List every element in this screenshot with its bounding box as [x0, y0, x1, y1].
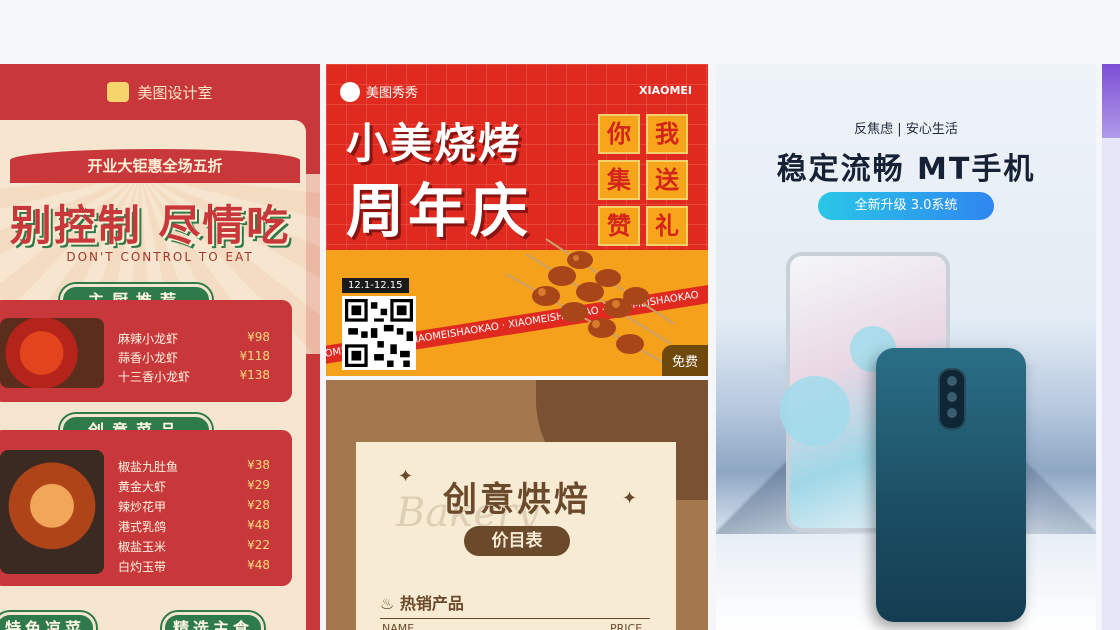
menu-row: 辣炒花甲 ¥28 — [118, 498, 270, 514]
top-bar — [0, 0, 1120, 64]
promo-tile: 送 — [646, 160, 688, 200]
tagline: 反焦虑 | 安心生活 — [854, 122, 958, 137]
column-header-name: NAME — [382, 622, 415, 630]
card-brand: 美图秀秀 — [340, 82, 418, 102]
menu-row: 蒜香小龙虾 ¥118 — [118, 349, 270, 365]
promo-tile: 集 — [598, 160, 640, 200]
section-pill: 特色凉菜 — [0, 612, 96, 630]
template-card-restaurant-menu[interactable]: 美图设计室 开业大钜惠全场五折 别控制 尽情吃 DON'T CONTROL TO… — [0, 64, 320, 630]
phone-back-image — [876, 348, 1026, 622]
menu-headline: 别控制 尽情吃 — [9, 201, 291, 250]
column-header-price: PRICE — [610, 622, 643, 630]
menu-row: 十三香小龙虾 ¥138 — [118, 368, 270, 384]
brand-logo-icon — [340, 82, 360, 102]
brand-logo-icon — [107, 82, 130, 102]
card-header-gradient — [1102, 64, 1120, 138]
menu-row: 椒盐玉米 ¥22 — [118, 538, 270, 554]
fire-icon: ♨ — [380, 594, 395, 613]
date-range: 12.1-12.15 — [342, 278, 409, 293]
promo-ribbon: 开业大钜惠全场五折 — [10, 149, 300, 183]
promo-tiles: 你 我 集 送 赞 礼 — [598, 114, 692, 246]
price-list-pill: 价目表 — [464, 526, 570, 556]
divider — [380, 618, 650, 619]
upgrade-button: 全新升级 3.0系统 — [818, 192, 994, 220]
qr-code-icon — [342, 296, 416, 370]
title-line-1: 小美烧烤 — [346, 119, 523, 168]
brand-label: 美图设计室 — [137, 84, 213, 102]
food-image — [0, 318, 104, 388]
food-image — [0, 450, 104, 574]
menu-row: 黄金大虾 ¥29 — [118, 478, 270, 494]
menu-subtitle: DON'T CONTROL TO EAT — [66, 250, 254, 264]
promo-tile: 我 — [646, 114, 688, 154]
phone-headline: 稳定流畅 MT手机 — [776, 152, 1036, 187]
menu-row: 椒盐九肚鱼 ¥38 — [118, 458, 270, 474]
promo-tile: 你 — [598, 114, 640, 154]
template-card-partial[interactable] — [1102, 64, 1120, 630]
template-card-bakery[interactable]: ✦ ✦ 创意烘焙 Bakery 价目表 ♨ 热销产品 NAME PRICE — [326, 380, 708, 630]
hot-products-heading: ♨ 热销产品 — [380, 594, 464, 613]
card-brand: 美图设计室 — [0, 82, 320, 103]
template-card-phone-ad[interactable]: 反焦虑 | 安心生活 稳定流畅 MT手机 全新升级 3.0系统 — [716, 64, 1096, 630]
skewers-illustration — [505, 238, 675, 365]
bubble — [780, 376, 850, 446]
menu-row: 白灼玉带 ¥48 — [118, 558, 270, 574]
free-badge: 免费 — [661, 345, 708, 376]
camera-icon — [938, 368, 966, 430]
menu-row: 港式乳鸽 ¥48 — [118, 518, 270, 534]
menu-row: 麻辣小龙虾 ¥98 — [118, 330, 270, 346]
brand-right-label: XIAOMEI — [639, 84, 692, 97]
section-pill: 精选主食 — [162, 612, 264, 630]
template-card-barbecue[interactable]: 美图秀秀 XIAOMEI 小美烧烤 周年庆 你 我 集 送 赞 礼 XIAOME… — [326, 64, 708, 376]
